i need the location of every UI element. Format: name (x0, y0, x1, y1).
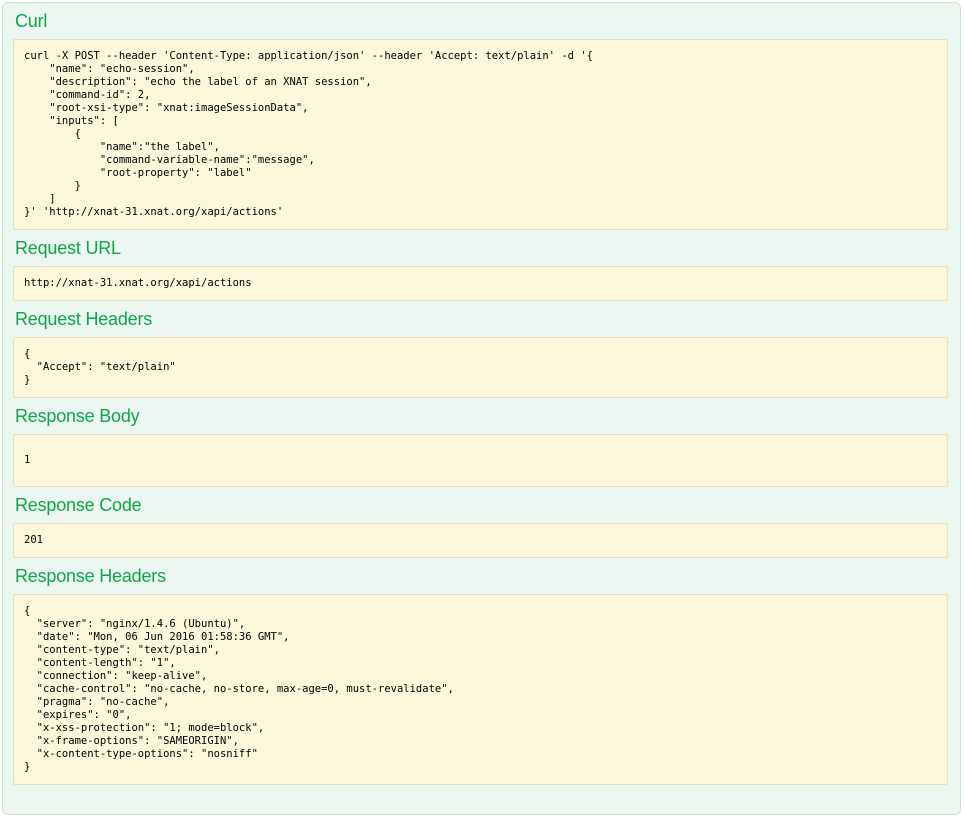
response-body-heading: Response Body (15, 406, 948, 426)
request-headers-heading: Request Headers (15, 309, 948, 329)
section-response-body: Response Body 1 (13, 406, 948, 487)
section-request-url: Request URL http://xnat-31.xnat.org/xapi… (13, 238, 948, 301)
request-headers-code-block: { "Accept": "text/plain" } (13, 337, 948, 398)
curl-heading: Curl (15, 11, 948, 31)
api-response-panel: Curl curl -X POST --header 'Content-Type… (2, 2, 961, 815)
section-curl: Curl curl -X POST --header 'Content-Type… (13, 11, 948, 230)
response-body-code-block: 1 (13, 434, 948, 487)
response-headers-heading: Response Headers (15, 566, 948, 586)
section-response-headers: Response Headers { "server": "nginx/1.4.… (13, 566, 948, 785)
response-headers-code-block: { "server": "nginx/1.4.6 (Ubuntu)", "dat… (13, 594, 948, 785)
response-code-heading: Response Code (15, 495, 948, 515)
request-url-heading: Request URL (15, 238, 948, 258)
section-request-headers: Request Headers { "Accept": "text/plain"… (13, 309, 948, 398)
request-url-code-block: http://xnat-31.xnat.org/xapi/actions (13, 266, 948, 301)
section-response-code: Response Code 201 (13, 495, 948, 558)
response-code-code-block: 201 (13, 523, 948, 558)
curl-code-block: curl -X POST --header 'Content-Type: app… (13, 39, 948, 230)
page: Curl curl -X POST --header 'Content-Type… (0, 0, 964, 819)
